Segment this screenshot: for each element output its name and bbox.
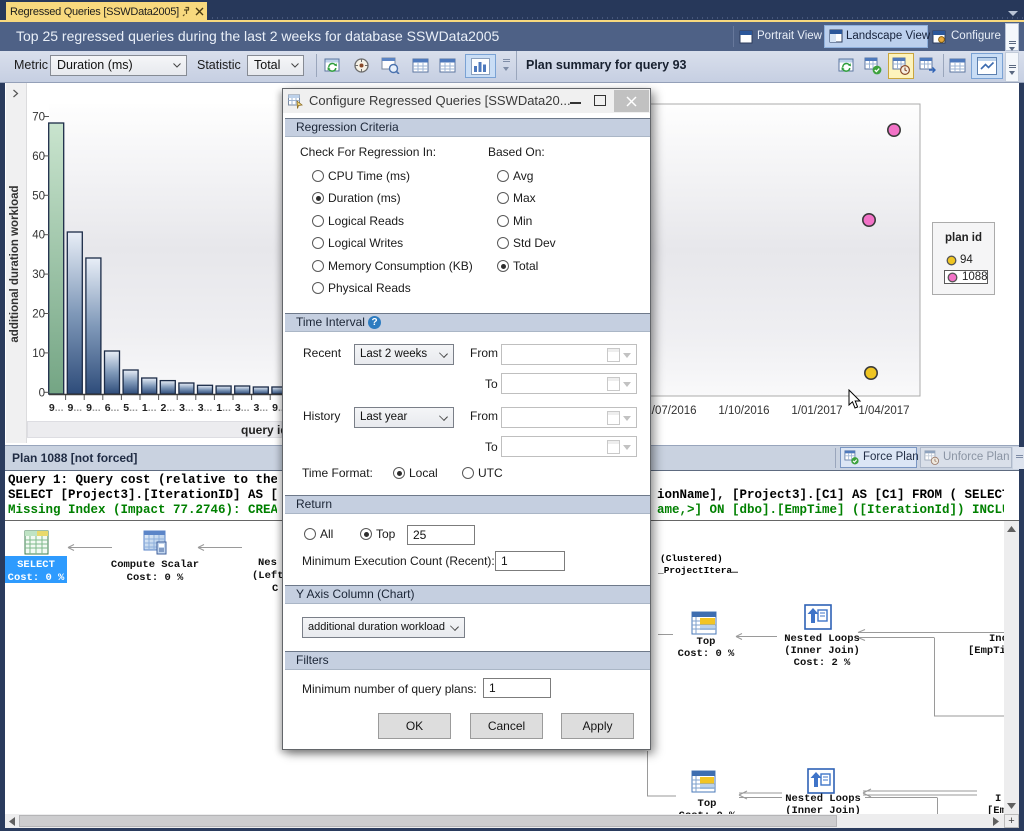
svg-text:2...: 2...	[160, 402, 175, 414]
svg-text:SELECT: SELECT	[17, 559, 55, 571]
svg-text:1...: 1...	[142, 402, 157, 414]
svg-text:[EmpTi…: [EmpTi…	[968, 645, 1004, 657]
svg-text:(Clustered): (Clustered)	[660, 553, 723, 564]
svg-text:1/10/2016: 1/10/2016	[718, 405, 769, 417]
svg-text:1/07/2016: 1/07/2016	[645, 405, 696, 417]
svg-text:40: 40	[32, 230, 45, 242]
svg-text:(Inner Join): (Inner Join)	[784, 645, 860, 657]
svg-text:3...: 3...	[179, 402, 194, 414]
svg-text:Nested Loops: Nested Loops	[785, 793, 861, 805]
svg-text:Top: Top	[698, 798, 717, 810]
svg-text:Cost: 0 %: Cost: 0 %	[127, 572, 184, 584]
svg-text:Nes: Nes	[258, 557, 277, 569]
svg-text:9...: 9...	[49, 402, 64, 414]
svg-text:1/04/2017: 1/04/2017	[858, 405, 909, 417]
svg-text:20: 20	[32, 309, 45, 321]
svg-text:3...: 3...	[235, 402, 250, 414]
svg-text:3...: 3...	[253, 402, 268, 414]
svg-text:1...: 1...	[216, 402, 231, 414]
svg-text:C: C	[272, 583, 279, 595]
svg-text:Nested Loops: Nested Loops	[784, 633, 860, 645]
svg-text:_ProjectItera…: _ProjectItera…	[657, 565, 738, 576]
svg-text:(Inner Join): (Inner Join)	[785, 805, 861, 814]
svg-text:[EmpT: [EmpT	[987, 805, 1004, 814]
svg-text:1/01/2017: 1/01/2017	[791, 405, 842, 417]
svg-text:Top: Top	[697, 636, 716, 648]
svg-text:10: 10	[32, 348, 45, 360]
svg-text:9...: 9...	[86, 402, 101, 414]
svg-text:Cost: 0 %: Cost: 0 %	[8, 572, 65, 584]
svg-text:Cost: 0 %: Cost: 0 %	[678, 648, 735, 660]
svg-text:3...: 3...	[198, 402, 213, 414]
svg-text:(Left: (Left	[252, 570, 284, 582]
svg-text:Inc: Inc	[989, 633, 1004, 645]
svg-text:9...: 9...	[272, 402, 282, 414]
svg-text:30: 30	[32, 269, 45, 281]
svg-text:I: I	[995, 793, 1001, 805]
svg-text:Compute Scalar: Compute Scalar	[111, 559, 199, 571]
svg-text:Cost: 2 %: Cost: 2 %	[794, 657, 851, 669]
svg-text:70: 70	[32, 112, 45, 124]
svg-text:6...: 6...	[105, 402, 120, 414]
svg-text:9...: 9...	[67, 402, 82, 414]
svg-text:5...: 5...	[123, 402, 138, 414]
svg-text:50: 50	[32, 190, 45, 202]
svg-text:60: 60	[32, 151, 45, 163]
svg-text:0: 0	[39, 387, 45, 399]
